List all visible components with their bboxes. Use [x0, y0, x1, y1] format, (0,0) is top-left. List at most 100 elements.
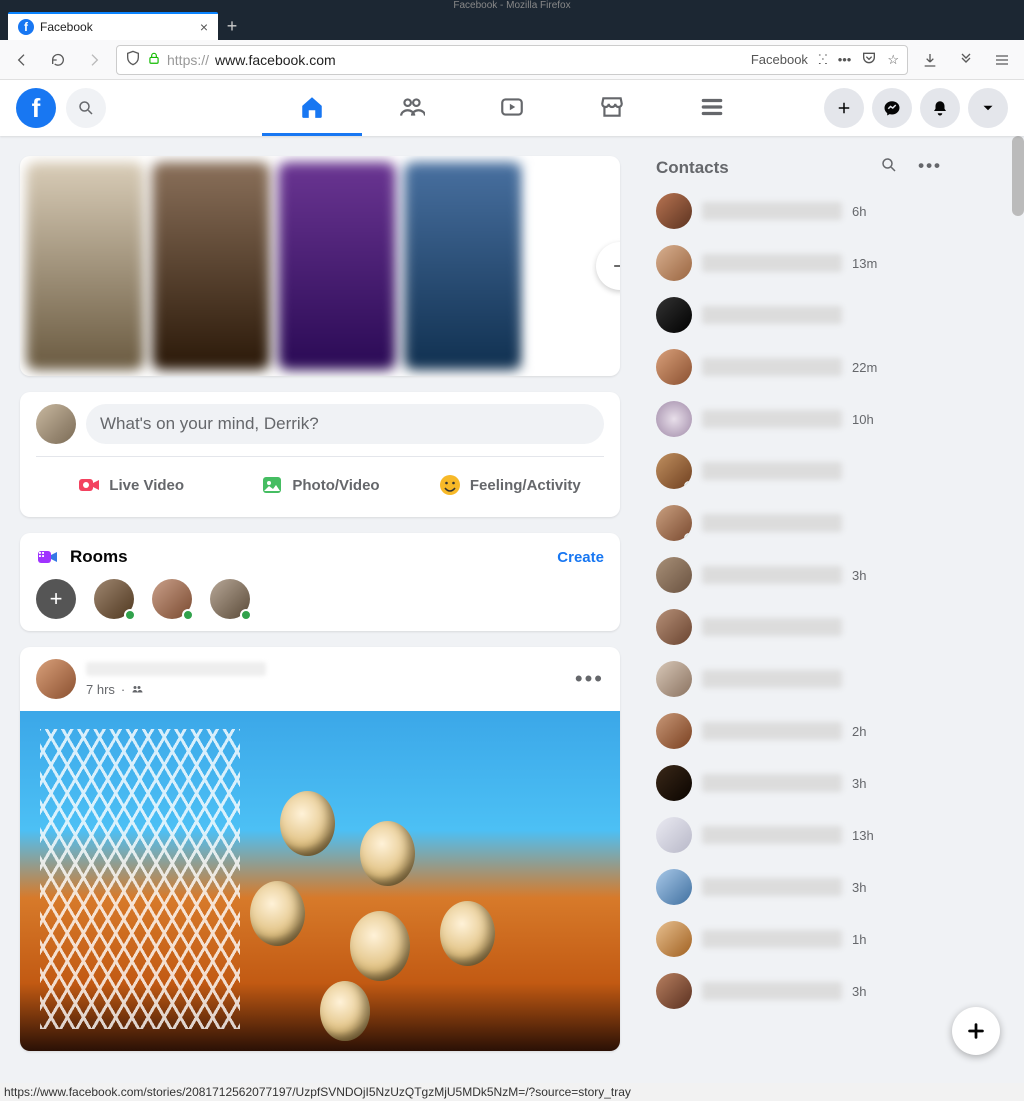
composer-input[interactable]: What's on your mind, Derrik? — [86, 404, 604, 444]
create-button[interactable] — [824, 88, 864, 128]
contact-avatar — [656, 713, 692, 749]
live-video-icon — [77, 473, 101, 497]
watch-icon — [499, 94, 525, 120]
status-url: https://www.facebook.com/stories/2081712… — [4, 1085, 631, 1099]
bell-icon — [931, 99, 949, 117]
story-card[interactable] — [404, 162, 522, 370]
nav-friends[interactable] — [362, 80, 462, 136]
contacts-search-button[interactable] — [880, 156, 898, 179]
feed-column: What's on your mind, Derrik? Live Video … — [20, 156, 620, 1083]
new-tab-button[interactable]: + — [218, 12, 246, 40]
new-message-button[interactable] — [952, 1007, 1000, 1055]
photo-video-label: Photo/Video — [292, 477, 379, 494]
contact-row[interactable]: 22m — [650, 341, 948, 393]
contact-row[interactable]: 10h — [650, 393, 948, 445]
contact-avatar — [656, 505, 692, 541]
contact-activity-time: 3h — [852, 568, 866, 583]
rooms-create-link[interactable]: Create — [557, 549, 604, 566]
feeling-label: Feeling/Activity — [470, 477, 581, 494]
account-button[interactable] — [968, 88, 1008, 128]
contact-row[interactable]: 2h — [650, 705, 948, 757]
post-image[interactable] — [20, 711, 620, 1051]
live-video-button[interactable]: Live Video — [36, 465, 225, 505]
compose-icon — [965, 1020, 987, 1042]
stories-tray[interactable] — [20, 156, 620, 376]
search-icon — [880, 156, 898, 174]
contact-avatar — [656, 453, 692, 489]
story-card[interactable] — [26, 162, 144, 370]
lock-icon[interactable] — [147, 51, 161, 68]
friends-icon — [399, 94, 425, 120]
contact-row[interactable]: 13h — [650, 809, 948, 861]
search-button[interactable] — [66, 88, 106, 128]
tab-title: Facebook — [40, 20, 93, 34]
page-actions-icon[interactable]: ••• — [838, 52, 852, 67]
back-button[interactable] — [8, 46, 36, 74]
contact-row[interactable] — [650, 497, 948, 549]
contacts-options-button[interactable]: ••• — [918, 156, 942, 179]
post-timestamp: 7 hrs — [86, 682, 115, 697]
rooms-card: Rooms Create + — [20, 533, 620, 631]
contact-row[interactable]: 6h — [650, 185, 948, 237]
post-author-avatar[interactable] — [36, 659, 76, 699]
shield-icon[interactable] — [125, 50, 141, 69]
nav-marketplace[interactable] — [562, 80, 662, 136]
room-contact[interactable] — [152, 579, 192, 619]
contact-name — [702, 982, 842, 1000]
contact-row[interactable] — [650, 445, 948, 497]
downloads-icon[interactable] — [916, 46, 944, 74]
pocket-icon[interactable] — [861, 50, 877, 69]
browser-tab[interactable]: f Facebook × — [8, 12, 218, 40]
contact-name — [702, 930, 842, 948]
close-tab-icon[interactable]: × — [200, 20, 208, 34]
permissions-icon[interactable]: ⵘ — [818, 52, 828, 68]
contact-row[interactable]: 3h — [650, 861, 948, 913]
search-icon — [77, 99, 95, 117]
contact-row[interactable]: 13m — [650, 237, 948, 289]
rooms-title: Rooms — [70, 547, 128, 567]
contact-avatar — [656, 817, 692, 853]
overflow-icon[interactable] — [952, 46, 980, 74]
contact-row[interactable]: 3h — [650, 965, 948, 1017]
url-bar[interactable]: https://www.facebook.com Facebook ⵘ ••• … — [116, 45, 908, 75]
post-author-name[interactable] — [86, 662, 266, 676]
online-dot-icon — [240, 609, 252, 621]
notifications-button[interactable] — [920, 88, 960, 128]
nav-watch[interactable] — [462, 80, 562, 136]
reload-button[interactable] — [44, 46, 72, 74]
feeling-button[interactable]: Feeling/Activity — [415, 465, 604, 505]
contact-name — [702, 774, 842, 792]
contact-name — [702, 254, 842, 272]
fb-logo[interactable]: f — [16, 88, 56, 128]
facebook-page: f — [0, 80, 1024, 1083]
url-host: www.facebook.com — [215, 52, 336, 68]
contact-row[interactable] — [650, 289, 948, 341]
contact-row[interactable] — [650, 653, 948, 705]
contact-row[interactable] — [650, 601, 948, 653]
status-bar: https://www.facebook.com/stories/2081712… — [0, 1083, 1024, 1101]
create-room-button[interactable]: + — [36, 579, 76, 619]
forward-button[interactable] — [80, 46, 108, 74]
contact-row[interactable]: 1h — [650, 913, 948, 965]
contact-row[interactable]: 3h — [650, 757, 948, 809]
nav-menu[interactable] — [662, 80, 762, 136]
friends-audience-icon — [131, 683, 143, 695]
app-menu-icon[interactable] — [988, 46, 1016, 74]
story-card[interactable] — [152, 162, 270, 370]
contact-name — [702, 462, 842, 480]
photo-video-button[interactable]: Photo/Video — [225, 465, 414, 505]
contact-row[interactable]: 3h — [650, 549, 948, 601]
post-meta[interactable]: 7 hrs · — [86, 682, 565, 697]
room-contact[interactable] — [94, 579, 134, 619]
user-avatar[interactable] — [36, 404, 76, 444]
post-more-button[interactable]: ••• — [575, 666, 604, 692]
contact-avatar — [656, 193, 692, 229]
identity-label: Facebook — [751, 52, 808, 67]
room-contact[interactable] — [210, 579, 250, 619]
messenger-button[interactable] — [872, 88, 912, 128]
bookmark-star-icon[interactable]: ☆ — [887, 52, 899, 68]
messenger-icon — [883, 99, 901, 117]
story-card[interactable] — [278, 162, 396, 370]
contact-name — [702, 410, 842, 428]
nav-home[interactable] — [262, 80, 362, 136]
